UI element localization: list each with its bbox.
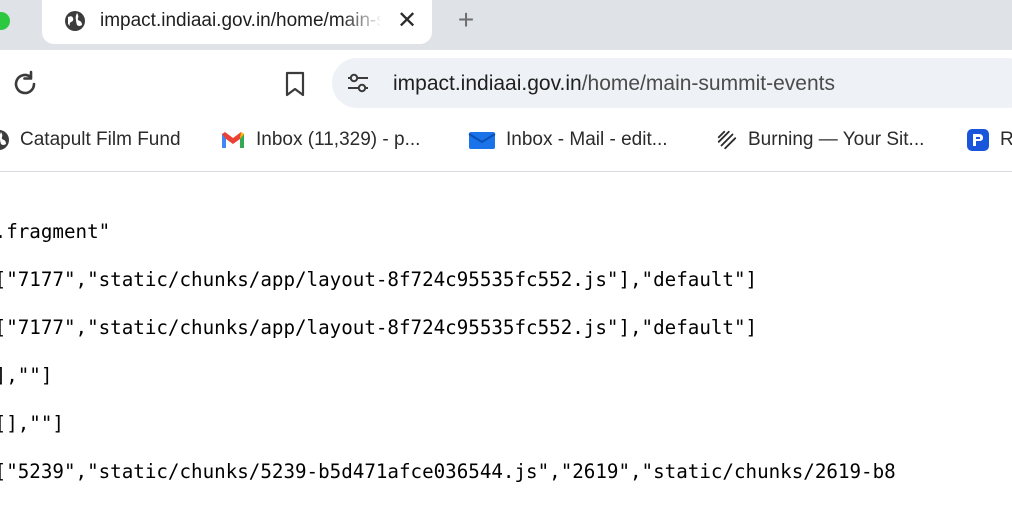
tab-title: impact.indiaai.gov.in/home/main-summit-e… [100,10,380,31]
bookmark-gmail-inbox[interactable]: Inbox (11,329) - p... [220,118,420,162]
source-line: 38,["5239","static/chunks/5239-b5d471afc… [0,460,896,483]
app-icon [967,129,989,151]
source-line: 5,[],""] [0,364,53,387]
tab-title-fade [342,6,382,36]
bookmark-catapult-film-fund[interactable]: Catapult Film Fund [0,118,181,162]
globe-icon [0,130,9,150]
bookmark-label: Inbox - Mail - edit... [506,129,668,150]
bookmarks-bar: Catapult Film Fund Inbox (11,329) - p...… [0,118,1012,166]
globe-icon [65,11,85,31]
site-info-icon[interactable] [346,72,370,94]
page-source: act.fragment" 80,["7177","static/chunks/… [0,196,1012,508]
bookmark-outlook-inbox[interactable]: Inbox - Mail - edit... [468,118,668,162]
new-tab-button[interactable]: + [452,6,480,34]
bookmark-icon[interactable] [283,70,307,98]
gmail-icon [222,132,244,148]
active-tab[interactable]: impact.indiaai.gov.in/home/main-summit-e… [42,0,432,44]
source-line: act.fragment" [0,220,111,243]
bookmark-label: Burning — Your Sit... [748,129,925,150]
window-zoom-button[interactable] [0,12,10,30]
tab-strip: impact.indiaai.gov.in/home/main-summit-e… [0,0,1012,50]
bookmark-label: Inbox (11,329) - p... [256,129,421,150]
close-tab-icon[interactable]: ✕ [394,8,420,34]
address-bar[interactable]: impact.indiaai.gov.in/home/main-summit-e… [332,58,1012,108]
bookmark-label: Catapult Film Fund [20,129,181,150]
bookmark-label: R [1000,129,1012,150]
url-host: impact.indiaai.gov.in [393,72,582,95]
url-text[interactable]: impact.indiaai.gov.in/home/main-summit-e… [393,72,835,96]
bookmark-r[interactable]: R [966,118,1012,162]
burning-icon [717,130,737,150]
bookmark-burning[interactable]: Burning — Your Sit... [716,118,924,162]
browser-toolbar: impact.indiaai.gov.in/home/main-summit-e… [0,50,1012,116]
reload-icon[interactable] [10,69,40,99]
mail-icon [468,132,496,149]
toolbar-divider [0,171,1012,172]
source-line: 80,["7177","static/chunks/app/layout-8f7… [0,268,758,291]
url-path: /home/main-summit-events [581,72,835,95]
source-line: 77,["7177","static/chunks/app/layout-8f7… [0,316,758,339]
source-line: 24,[],""] [0,412,64,435]
